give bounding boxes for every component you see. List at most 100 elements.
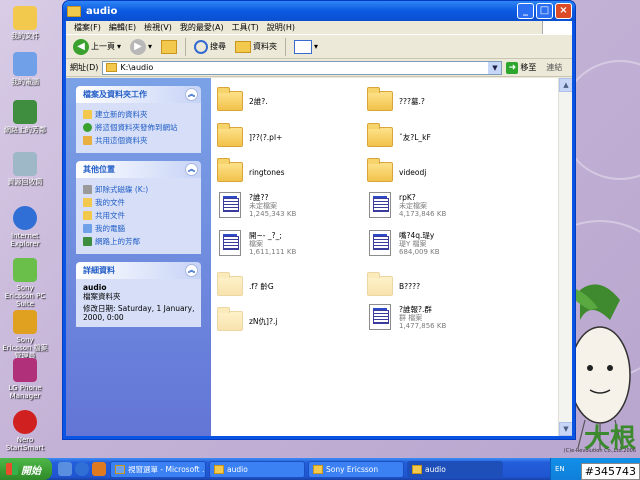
new-folder-icon — [83, 110, 92, 119]
desktop-icon-my-computer[interactable]: 我的電腦 — [2, 52, 48, 86]
task-publish-web[interactable]: 將這個資料夾發佈到網站 — [83, 122, 195, 133]
folder-item[interactable]: zN仇]?.j — [217, 307, 357, 331]
file-list: 2誰?. ???墓.? ]??(?.pl+ ˇ友?L_kF ringtones … — [211, 78, 572, 436]
folder-item[interactable]: ]??(?.pl+ — [217, 123, 357, 147]
media-player-icon[interactable] — [92, 462, 106, 476]
search-button[interactable]: 搜尋 — [191, 37, 229, 57]
folder-icon — [217, 123, 243, 147]
desktop-icon-my-documents[interactable]: 我的文件 — [2, 6, 48, 40]
toolbar-divider — [185, 37, 187, 56]
network-icon — [13, 100, 37, 124]
place-shared-documents[interactable]: 共用文件 — [83, 210, 195, 221]
place-network[interactable]: 網路上的芳鄰 — [83, 236, 195, 247]
title-bar[interactable]: audio _ □ × — [63, 1, 575, 21]
chevron-down-icon[interactable]: ▾ — [117, 42, 121, 51]
address-input[interactable]: K:\audio ▼ — [102, 60, 503, 75]
taskbar-button[interactable]: audio — [407, 460, 503, 478]
folder-item[interactable]: .f? 齡G — [217, 272, 357, 296]
windows-logo-icon — [542, 21, 572, 34]
menu-edit[interactable]: 編輯(E) — [105, 22, 140, 33]
forward-button[interactable]: ▶ ▾ — [127, 37, 155, 57]
maximize-button[interactable]: □ — [536, 3, 553, 19]
chevron-down-icon[interactable]: ▾ — [314, 42, 318, 51]
internet-explorer-icon[interactable] — [75, 462, 89, 476]
menu-view[interactable]: 檢視(V) — [140, 22, 176, 33]
search-icon — [194, 39, 209, 54]
network-icon — [83, 237, 92, 246]
place-my-computer[interactable]: 我的電腦 — [83, 223, 195, 234]
desktop-icon-file-manager[interactable]: Sony Ericsson 檔案管理員 — [2, 310, 48, 360]
folder-item[interactable]: ringtones — [217, 158, 357, 182]
start-button[interactable]: 開始 — [0, 458, 52, 480]
place-my-documents[interactable]: 我的文件 — [83, 197, 195, 208]
file-item[interactable]: 開~- _?_; 檔案 1,611,111 KB — [217, 230, 357, 256]
vertical-scrollbar[interactable]: ▲ ▼ — [558, 78, 572, 436]
desktop-icon-pc-suite[interactable]: Sony Ericsson PC Suite — [2, 258, 48, 308]
taskbar-button[interactable]: Sony Ericsson — [308, 460, 404, 478]
file-item[interactable]: ?誰?? 未定檔案 1,245,343 KB — [217, 192, 357, 218]
up-button[interactable] — [158, 37, 180, 57]
scroll-up-icon[interactable]: ▲ — [559, 78, 572, 92]
menu-bar: 檔案(F) 編輯(E) 檢視(V) 我的最愛(A) 工具(T) 說明(H) — [66, 21, 572, 35]
collapse-icon[interactable]: ︽ — [185, 264, 198, 277]
folder-icon — [217, 272, 243, 296]
computer-icon — [13, 52, 37, 76]
close-button[interactable]: × — [555, 3, 572, 19]
image-id-badge: #345743 — [580, 463, 640, 480]
collapse-icon[interactable]: ︽ — [185, 88, 198, 101]
desktop-icon-network[interactable]: 網路上的芳鄰 — [2, 100, 48, 134]
menu-favorites[interactable]: 我的最愛(A) — [176, 22, 228, 33]
task-new-folder[interactable]: 建立新的資料夾 — [83, 109, 195, 120]
folder-icon — [313, 464, 323, 474]
place-removable-disk[interactable]: 卸除式磁碟 (K:) — [83, 184, 195, 195]
menu-help[interactable]: 說明(H) — [263, 22, 299, 33]
media-file-icon — [369, 304, 391, 330]
folder-icon — [106, 63, 118, 72]
folder-item[interactable]: ???墓.? — [367, 87, 507, 111]
menu-file[interactable]: 檔案(F) — [70, 22, 105, 33]
details-header[interactable]: 詳細資料 ︽ — [76, 262, 201, 279]
desktop-icon-recycle-bin[interactable]: 資源回收筒 — [2, 152, 48, 186]
task-share-folder[interactable]: 共用這個資料夾 — [83, 135, 195, 146]
desktop-icon-nero[interactable]: Nero StartSmart — [2, 410, 48, 452]
taskbar-button[interactable]: audio — [209, 460, 305, 478]
file-manager-icon — [13, 310, 37, 334]
minimize-button[interactable]: _ — [517, 3, 534, 19]
other-places-header[interactable]: 其他位置 ︽ — [76, 161, 201, 178]
folder-item[interactable]: videodj — [367, 158, 507, 182]
my-documents-icon — [83, 198, 92, 207]
address-bar: 網址(D) K:\audio ▼ ➜ 移至 連結 — [66, 59, 572, 77]
address-label: 網址(D) — [70, 63, 99, 72]
folders-button[interactable]: 資料夾 — [232, 37, 280, 57]
folder-icon — [13, 6, 37, 30]
desktop-icon-internet-explorer[interactable]: Internet Explorer — [2, 206, 48, 248]
file-tasks-header[interactable]: 檔案及資料夾工作 ︽ — [76, 86, 201, 103]
collapse-icon[interactable]: ︽ — [185, 163, 198, 176]
folder-item[interactable]: B???? — [367, 272, 507, 296]
scroll-down-icon[interactable]: ▼ — [559, 422, 572, 436]
details-type: 檔案資料夾 — [83, 292, 121, 301]
back-button[interactable]: ◀ 上一頁 ▾ — [70, 37, 124, 57]
go-button[interactable]: ➜ 移至 — [506, 61, 536, 74]
folder-icon — [367, 272, 393, 296]
menu-tools[interactable]: 工具(T) — [228, 22, 263, 33]
file-item[interactable]: 嘴?4q.瑅y 瑅Y 檔案 684,009 KB — [367, 230, 507, 256]
show-desktop-icon[interactable] — [58, 462, 72, 476]
app-icon — [115, 464, 125, 474]
folder-icon — [217, 307, 243, 331]
file-item[interactable]: ?誰報?.群 群 檔案 1,477,856 KB — [367, 304, 507, 330]
chevron-down-icon[interactable]: ▼ — [488, 61, 502, 74]
links-button[interactable]: 連結 — [546, 62, 562, 73]
media-file-icon — [219, 192, 241, 218]
folder-item[interactable]: ˇ友?L_kF — [367, 123, 507, 147]
chevron-down-icon[interactable]: ▾ — [148, 42, 152, 51]
desktop-icon-lg-phone-manager[interactable]: LG Phone Manager — [2, 358, 48, 400]
taskbar: 開始 視窗選單 - Microsoft ... audio Sony Erics… — [0, 458, 640, 480]
views-button[interactable]: ▾ — [291, 37, 321, 57]
file-item[interactable]: rpK? 未定檔案 4,173,846 KB — [367, 192, 507, 218]
folder-item[interactable]: 2誰?. — [217, 87, 357, 111]
language-indicator[interactable]: EN — [555, 465, 565, 473]
folder-icon — [217, 87, 243, 111]
taskbar-button[interactable]: 視窗選單 - Microsoft ... — [110, 460, 206, 478]
back-arrow-icon: ◀ — [73, 38, 89, 55]
